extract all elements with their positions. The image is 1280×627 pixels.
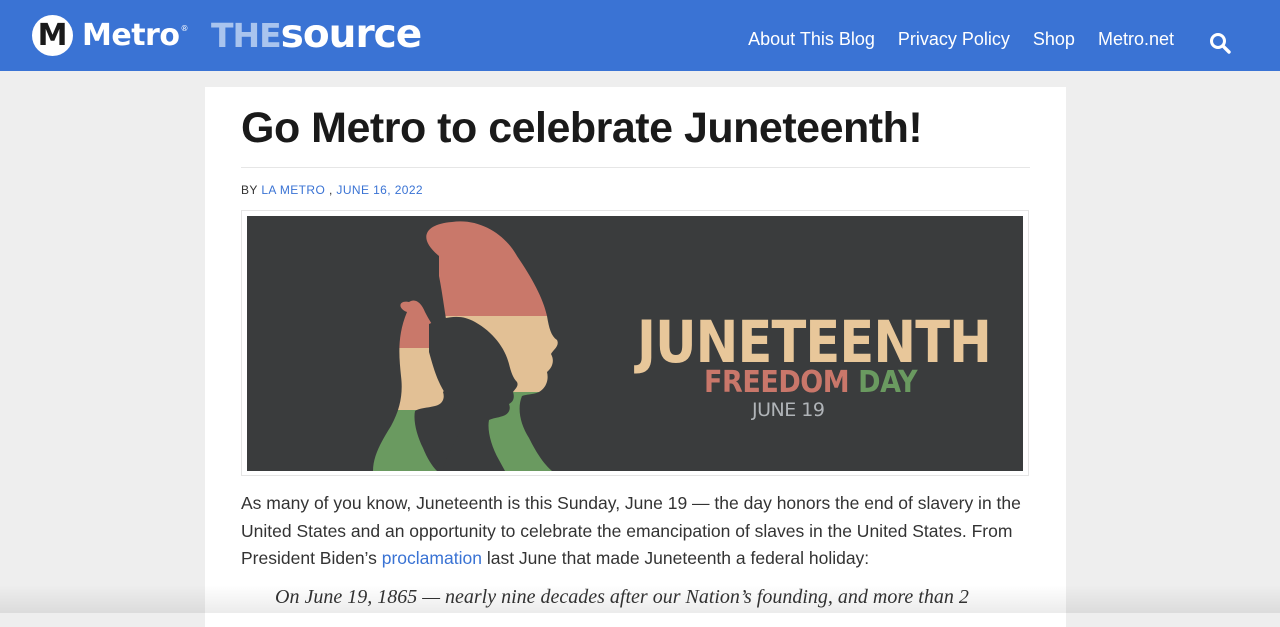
hero-subtitle-freedom: FREEDOM <box>704 365 850 400</box>
byline-prefix: BY <box>241 183 258 197</box>
date-link[interactable]: JUNE 16, 2022 <box>336 183 423 197</box>
trademark-symbol: ® <box>180 23 188 33</box>
blog-name-prefix: THE <box>211 16 282 55</box>
main-nav: About This Blog Privacy Policy Shop Metr… <box>748 29 1174 50</box>
nav-metro-net[interactable]: Metro.net <box>1098 29 1174 50</box>
metro-logo-letter: M <box>37 17 68 53</box>
nav-privacy-policy[interactable]: Privacy Policy <box>898 29 1010 50</box>
article-blockquote: On June 19, 1865 — nearly nine decades a… <box>275 586 969 608</box>
proclamation-link[interactable]: proclamation <box>382 548 482 568</box>
nav-about-this-blog[interactable]: About This Blog <box>748 29 875 50</box>
article-byline: BY LA METRO , JUNE 16, 2022 <box>241 183 423 197</box>
nav-shop[interactable]: Shop <box>1033 29 1075 50</box>
site-header: M Metro® THE source About This Blog Priv… <box>0 0 1280 71</box>
byline-separator: , <box>328 183 333 197</box>
metro-logo[interactable]: M Metro® <box>32 14 188 56</box>
metro-logo-icon: M <box>32 14 73 56</box>
article-title: Go Metro to celebrate Juneteenth! <box>241 104 923 152</box>
author-link[interactable]: LA METRO <box>261 183 325 197</box>
search-icon[interactable] <box>1209 32 1231 54</box>
hero-subtitle-day: DAY <box>858 365 918 400</box>
metro-name: Metro® <box>82 18 188 53</box>
article-paragraph: As many of you know, Juneteenth is this … <box>241 490 1031 573</box>
paragraph-text-end: last June that made Juneteenth a federal… <box>486 548 870 568</box>
blog-logo[interactable]: THE source <box>211 12 423 57</box>
hero-image: JUNETEENTH FREEDOM DAY JUNE 19 <box>247 216 1023 471</box>
title-divider <box>241 167 1030 168</box>
hero-date: JUNE 19 <box>752 399 825 421</box>
metro-name-text: Metro <box>82 17 180 53</box>
hero-subtitle: FREEDOM DAY <box>704 365 918 400</box>
blog-name: source <box>280 12 423 57</box>
